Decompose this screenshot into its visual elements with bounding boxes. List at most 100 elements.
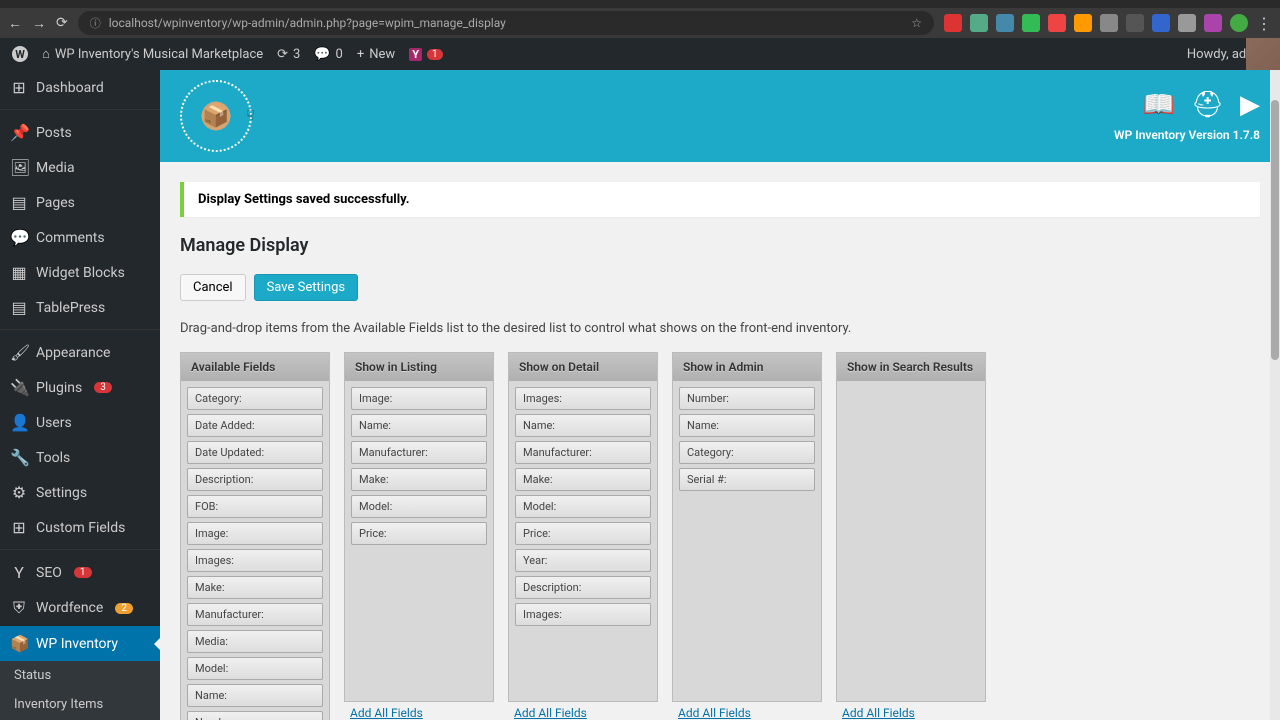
url-bar[interactable]: ⓘ localhost/wpinventory/wp-admin/admin.p… (78, 11, 934, 35)
menu-custom-fields[interactable]: ⊞Custom Fields (0, 510, 160, 545)
menu-wordfence[interactable]: ⛨Wordfence2 (0, 590, 160, 626)
menu-media[interactable]: 🖼Media (0, 150, 160, 185)
column-body-detail[interactable]: Images: Name: Manufacturer: Make: Model: Pric… (509, 381, 657, 701)
extension-icon[interactable] (1152, 14, 1170, 32)
field-item[interactable]: Model: (515, 495, 651, 518)
add-all-detail[interactable]: Add All Fields (508, 702, 658, 720)
column-body-search[interactable] (837, 381, 985, 701)
cancel-button[interactable]: Cancel (180, 274, 246, 301)
support-icon[interactable]: ⛑ (1191, 90, 1224, 120)
field-item[interactable]: Price: (515, 522, 651, 545)
updates-link[interactable]: ⟳ 3 (277, 47, 300, 62)
menu-users[interactable]: 👤Users (0, 405, 160, 440)
menu-comments[interactable]: 💬Comments (0, 220, 160, 255)
field-item[interactable]: Price: (351, 522, 487, 545)
menu-tablepress[interactable]: ▤TablePress (0, 290, 160, 325)
wrench-icon: 🔧 (10, 448, 28, 467)
add-all-admin[interactable]: Add All Fields (672, 702, 822, 720)
field-item[interactable]: Description: (515, 576, 651, 599)
scrollbar[interactable] (1270, 70, 1280, 720)
extension-icon[interactable] (1074, 14, 1092, 32)
docs-icon[interactable]: 📖 (1143, 90, 1175, 120)
column-body-available[interactable]: Category: Date Added: Date Updated: Descrip… (181, 381, 329, 720)
help-text: Drag-and-drop items from the Available F… (180, 321, 1260, 336)
extension-icon[interactable] (1048, 14, 1066, 32)
field-item[interactable]: Category: (187, 387, 323, 410)
field-item[interactable]: Model: (187, 657, 323, 680)
field-item[interactable]: Serial #: (679, 468, 815, 491)
content-area: 📦 📖 ⛑ ▶ WP Inventory Version 1.7.8 Displ… (160, 70, 1280, 720)
menu-plugins[interactable]: 🔌Plugins3 (0, 370, 160, 405)
field-item[interactable]: Media: (187, 630, 323, 653)
browser-menu-icon[interactable]: ⋮ (1256, 14, 1272, 33)
scrollbar-thumb[interactable] (1271, 100, 1279, 360)
field-item[interactable]: Date Updated: (187, 441, 323, 464)
submenu-status[interactable]: Status (0, 661, 160, 690)
forward-button[interactable]: → (32, 15, 46, 32)
plug-icon: 🔌 (10, 378, 28, 397)
extension-icon[interactable] (1022, 14, 1040, 32)
field-item[interactable]: Manufacturer: (515, 441, 651, 464)
field-item[interactable]: Images: (187, 549, 323, 572)
field-item[interactable]: FOB: (187, 495, 323, 518)
comments-link[interactable]: 💬 0 (314, 47, 343, 62)
youtube-icon[interactable]: ▶ (1240, 90, 1260, 120)
field-item[interactable]: Image: (351, 387, 487, 410)
field-item[interactable]: Manufacturer: (351, 441, 487, 464)
field-item[interactable]: Number: (679, 387, 815, 410)
menu-dashboard[interactable]: ⊞Dashboard (0, 70, 160, 105)
extension-icon[interactable] (1204, 14, 1222, 32)
field-item[interactable]: Make: (187, 576, 323, 599)
yoast-link[interactable]: Y 1 (409, 48, 442, 61)
comment-icon: 💬 (314, 47, 330, 62)
extension-icon[interactable] (1126, 14, 1144, 32)
field-item[interactable]: Name: (679, 414, 815, 437)
back-button[interactable]: ← (8, 15, 22, 32)
dashboard-icon: ⊞ (10, 78, 28, 97)
site-info-icon[interactable]: ⓘ (90, 15, 101, 31)
menu-tools[interactable]: 🔧Tools (0, 440, 160, 475)
add-all-search[interactable]: Add All Fields (836, 702, 986, 720)
field-item[interactable]: Date Added: (187, 414, 323, 437)
menu-settings[interactable]: ⚙Settings (0, 475, 160, 510)
extension-icon[interactable] (1100, 14, 1118, 32)
menu-appearance[interactable]: 🖌Appearance (0, 335, 160, 370)
extension-icon[interactable] (1178, 14, 1196, 32)
menu-posts[interactable]: 📌Posts (0, 115, 160, 150)
reload-button[interactable]: ⟳ (56, 15, 68, 31)
submenu-inventory-items[interactable]: Inventory Items (0, 690, 160, 719)
column-body-admin[interactable]: Number: Name: Category: Serial #: (673, 381, 821, 701)
column-search: Show in Search Results (836, 352, 986, 702)
site-name-link[interactable]: ⌂ WP Inventory's Musical Marketplace (42, 46, 263, 62)
field-item[interactable]: Manufacturer: (187, 603, 323, 626)
field-item[interactable]: Description: (187, 468, 323, 491)
field-item[interactable]: Category: (679, 441, 815, 464)
field-item[interactable]: Year: (515, 549, 651, 572)
field-item[interactable]: Images: (515, 387, 651, 410)
field-item[interactable]: Images: (515, 603, 651, 626)
menu-seo[interactable]: YSEO1 (0, 555, 160, 590)
field-item[interactable]: Name: (515, 414, 651, 437)
extension-icon[interactable] (970, 14, 988, 32)
field-item[interactable]: Number: (187, 711, 323, 720)
add-all-listing[interactable]: Add All Fields (344, 702, 494, 720)
save-button[interactable]: Save Settings (254, 274, 359, 301)
menu-pages[interactable]: ▤Pages (0, 185, 160, 220)
field-item[interactable]: Name: (351, 414, 487, 437)
wp-logo-icon[interactable]: W (12, 46, 28, 62)
field-item[interactable]: Image: (187, 522, 323, 545)
extension-icon[interactable] (996, 14, 1014, 32)
profile-icon[interactable] (1230, 14, 1248, 32)
column-body-listing[interactable]: Image: Name: Manufacturer: Make: Model: Price… (345, 381, 493, 701)
field-item[interactable]: Name: (187, 684, 323, 707)
menu-widget-blocks[interactable]: ▦Widget Blocks (0, 255, 160, 290)
bookmark-icon[interactable]: ☆ (911, 16, 922, 30)
cursor-icon: ☟ (246, 108, 255, 124)
new-link[interactable]: + New (357, 47, 395, 62)
browser-toolbar: ← → ⟳ ⓘ localhost/wpinventory/wp-admin/a… (0, 8, 1280, 38)
field-item[interactable]: Model: (351, 495, 487, 518)
field-item[interactable]: Make: (515, 468, 651, 491)
field-item[interactable]: Make: (351, 468, 487, 491)
extension-icon[interactable] (944, 14, 962, 32)
menu-wp-inventory[interactable]: 📦WP Inventory (0, 626, 160, 661)
